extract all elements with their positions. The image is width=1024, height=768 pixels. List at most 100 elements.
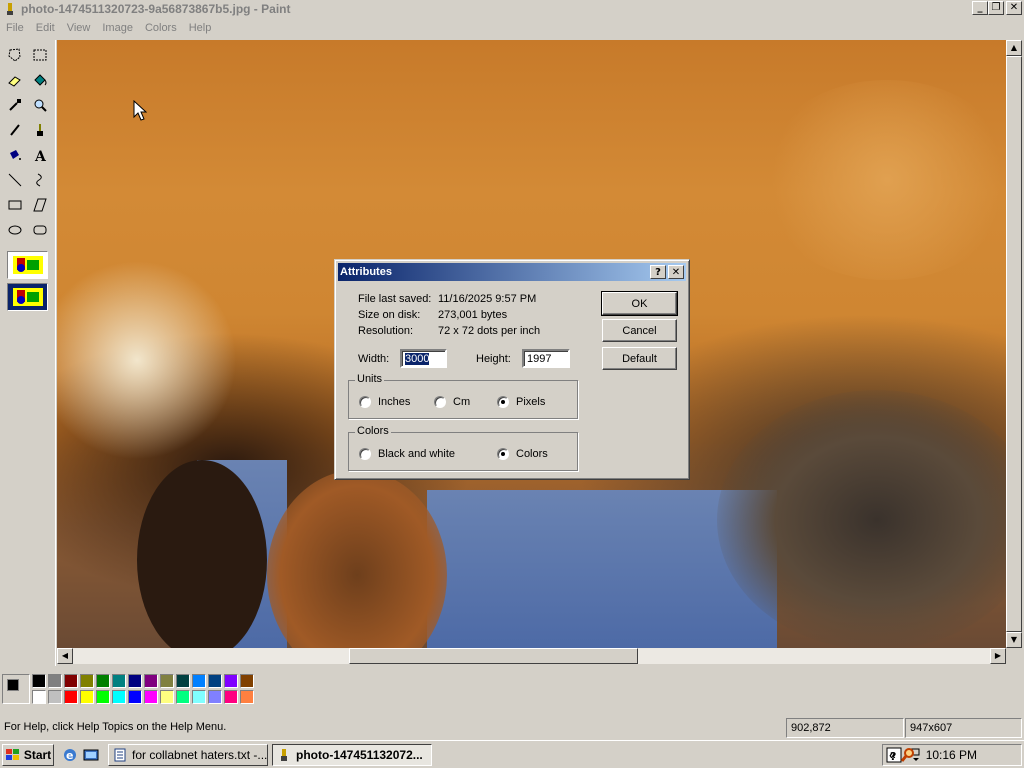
height-label: Height: — [476, 353, 511, 365]
units-cm-label: Cm — [453, 396, 471, 408]
palette-swatch[interactable] — [144, 674, 158, 688]
vertical-scroll-thumb[interactable] — [1006, 56, 1022, 632]
restore-button[interactable]: ❐ — [988, 1, 1004, 15]
menu-colors[interactable]: Colors — [139, 22, 183, 34]
colors-radio[interactable]: Colors — [497, 448, 548, 460]
units-group-label: Units — [355, 373, 385, 385]
palette-swatch[interactable] — [240, 690, 254, 704]
pencil-tool[interactable] — [3, 118, 26, 141]
dialog-title-bar: Attributes ? ✕ — [338, 263, 686, 281]
curve-tool[interactable] — [28, 168, 51, 191]
brush-tool[interactable] — [28, 118, 51, 141]
scroll-up-arrow-icon[interactable]: ▲ — [1006, 40, 1022, 56]
palette-swatch[interactable] — [160, 690, 174, 704]
menu-help[interactable]: Help — [183, 22, 218, 34]
palette-swatch[interactable] — [192, 674, 206, 688]
search-icon[interactable] — [900, 747, 916, 763]
free-select-tool[interactable] — [3, 43, 26, 66]
rectangle-tool[interactable] — [3, 193, 26, 216]
units-pixels-label: Pixels — [516, 396, 546, 408]
pick-color-tool[interactable] — [3, 93, 26, 116]
rect-select-tool[interactable] — [28, 43, 51, 66]
transparency-option-opaque[interactable] — [7, 251, 48, 279]
taskbar-item-paint[interactable]: photo-147451132072... — [272, 744, 432, 766]
eraser-tool[interactable] — [3, 68, 26, 91]
taskbar-item-label: photo-147451132072... — [296, 748, 423, 762]
minimize-button[interactable]: _ — [972, 1, 988, 15]
default-button[interactable]: Default — [602, 347, 677, 370]
close-button[interactable]: ✕ — [1006, 1, 1022, 15]
ellipse-tool[interactable] — [3, 218, 26, 241]
palette-swatch[interactable] — [64, 674, 78, 688]
size-on-disk-value: 273,001 bytes — [438, 309, 508, 321]
polygon-tool[interactable] — [28, 193, 51, 216]
scroll-down-arrow-icon[interactable]: ▼ — [1006, 632, 1022, 648]
dialog-help-button[interactable]: ? — [650, 265, 666, 279]
width-input[interactable]: 3000 — [400, 349, 447, 368]
palette-swatch[interactable] — [144, 690, 158, 704]
black-and-white-radio[interactable]: Black and white — [359, 448, 455, 460]
horizontal-scroll-thumb[interactable] — [349, 648, 638, 664]
palette-swatch[interactable] — [240, 674, 254, 688]
show-desktop-icon[interactable] — [83, 747, 99, 763]
palette-swatch[interactable] — [48, 690, 62, 704]
palette-swatch[interactable] — [80, 674, 94, 688]
ellipse-icon — [8, 225, 21, 234]
palette-swatch[interactable] — [112, 674, 126, 688]
palette-swatch[interactable] — [224, 674, 238, 688]
palette-swatch[interactable] — [192, 690, 206, 704]
palette-swatch[interactable] — [176, 690, 190, 704]
menu-file[interactable]: File — [0, 22, 30, 34]
menu-image[interactable]: Image — [96, 22, 139, 34]
units-pixels-radio[interactable]: Pixels — [497, 396, 545, 408]
palette-swatch[interactable] — [128, 674, 142, 688]
canvas-fox-leg — [267, 470, 447, 648]
height-input[interactable]: 1997 — [522, 349, 570, 368]
palette-swatch[interactable] — [208, 690, 222, 704]
rounded-rect-tool[interactable] — [28, 218, 51, 241]
fill-tool[interactable] — [28, 68, 51, 91]
palette-swatch[interactable] — [112, 690, 126, 704]
palette-swatch[interactable] — [224, 690, 238, 704]
palette-swatch[interactable] — [32, 674, 46, 688]
current-colors[interactable] — [2, 674, 30, 704]
taskbar-item-notepad[interactable]: for collabnet haters.txt -... — [108, 744, 268, 766]
horizontal-scrollbar[interactable]: ◀ ▶ — [57, 648, 1006, 664]
palette-swatch[interactable] — [48, 674, 62, 688]
status-cursor-coords: 902,872 — [786, 718, 904, 738]
text-tool[interactable]: A — [28, 143, 51, 166]
paint-app-icon[interactable] — [2, 1, 18, 17]
units-cm-radio[interactable]: Cm — [434, 396, 470, 408]
transparent-shapes-icon — [12, 288, 43, 306]
start-button[interactable]: Start — [2, 744, 54, 766]
palette-swatch[interactable] — [160, 674, 174, 688]
palette-swatch[interactable] — [176, 674, 190, 688]
line-tool[interactable] — [3, 168, 26, 191]
toolbox: A — [0, 40, 56, 666]
scroll-right-arrow-icon[interactable]: ▶ — [990, 648, 1006, 664]
free-form-select-icon — [7, 47, 21, 62]
palette-swatch[interactable] — [64, 690, 78, 704]
palette-swatch[interactable] — [128, 690, 142, 704]
ok-button[interactable]: OK — [601, 291, 678, 316]
vertical-scrollbar[interactable]: ▲ ▼ — [1006, 40, 1022, 648]
palette-swatch[interactable] — [32, 690, 46, 704]
svg-text:A: A — [34, 149, 47, 163]
palette-swatch[interactable] — [80, 690, 94, 704]
radio-indicator — [497, 396, 509, 408]
palette-swatch[interactable] — [96, 690, 110, 704]
scroll-left-arrow-icon[interactable]: ◀ — [57, 648, 73, 664]
airbrush-tool[interactable] — [3, 143, 26, 166]
dialog-close-button[interactable]: ✕ — [668, 265, 684, 279]
magnifier-tool[interactable] — [28, 93, 51, 116]
tray-expand-button[interactable]: « — [889, 748, 896, 762]
foreground-color[interactable] — [7, 679, 19, 691]
palette-swatch[interactable] — [208, 674, 222, 688]
units-inches-radio[interactable]: Inches — [359, 396, 410, 408]
transparency-option-transparent[interactable] — [7, 283, 48, 311]
palette-swatch[interactable] — [96, 674, 110, 688]
cancel-button[interactable]: Cancel — [602, 319, 677, 342]
menu-view[interactable]: View — [61, 22, 97, 34]
menu-edit[interactable]: Edit — [30, 22, 61, 34]
internet-explorer-icon[interactable]: e — [62, 747, 78, 763]
